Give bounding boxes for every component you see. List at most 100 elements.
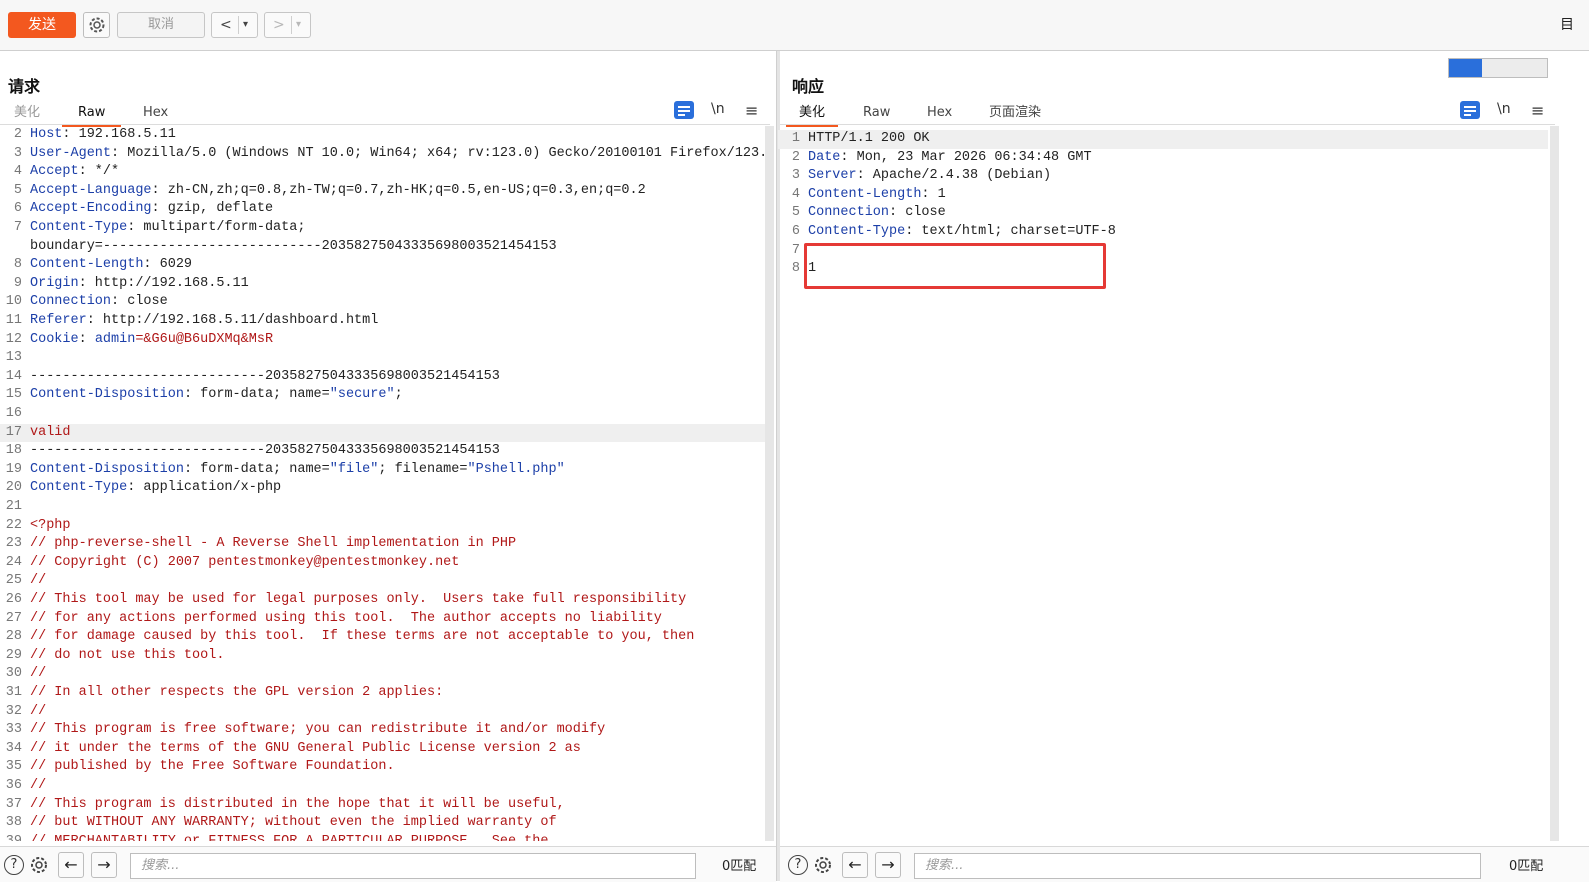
tab-hex[interactable]: Hex — [927, 103, 952, 125]
body-text: // MERCHANTABILITY or FITNESS FOR A PART… — [30, 834, 548, 841]
response-editor[interactable]: 1 HTTP/1.1 200 OK 2 Date: Mon, 23 Mar 2026 … — [778, 130, 1548, 840]
tab-render[interactable]: 页面渲染 — [989, 103, 1041, 125]
code-line: 36 // — [0, 777, 765, 796]
code-line: 14 -----------------------------203582750… — [0, 368, 765, 387]
newline-toggle-icon[interactable]: \n — [1497, 101, 1511, 117]
code-line: 18 -----------------------------203582750… — [0, 442, 765, 461]
code-line: 3 Server: Apache/2.4.38 (Debian) — [778, 167, 1548, 186]
line-number: 27 — [5, 610, 22, 626]
code-line: 3 User-Agent: Mozilla/5.0 (Windows NT 10.… — [0, 145, 765, 164]
search-settings-button[interactable] — [29, 855, 49, 875]
tab-raw[interactable]: Raw — [863, 103, 890, 125]
code-line: 35 // published by the Free Software Foun… — [0, 758, 765, 777]
send-button[interactable]: 发送 — [8, 12, 76, 38]
layout-horizontal-icon[interactable] — [1482, 59, 1515, 77]
gear-icon — [815, 857, 831, 873]
header-value: : close — [111, 294, 168, 310]
response-title: 响应 — [792, 77, 825, 96]
header-name: Accept-Encoding — [30, 201, 152, 217]
code-line: 7 Content-Type: multipart/form-data; — [0, 219, 765, 238]
line-number: 15 — [5, 387, 22, 403]
cookie-value: =&G6u@B6uDXMq&MsR — [135, 331, 274, 347]
header-value: : application/x-php — [127, 480, 282, 496]
forward-dropdown-icon[interactable]: ▾ — [296, 13, 301, 37]
layout-single-icon[interactable] — [1515, 59, 1548, 77]
line-content: Host: 192.168.5.11 — [30, 126, 176, 145]
menu-icon[interactable]: ≡ — [1531, 101, 1544, 120]
header-value: : 192.168.5.11 — [62, 127, 176, 142]
newline-toggle-icon[interactable]: \n — [711, 101, 725, 117]
header-name: Accept-Language — [30, 182, 152, 198]
body-text: // but WITHOUT ANY WARRANTY; without eve… — [30, 815, 557, 831]
wrap-icon[interactable] — [674, 101, 694, 119]
line-number: 22 — [5, 517, 22, 533]
code-line: 27 // for any actions performed using thi… — [0, 610, 765, 629]
layout-icon[interactable]: 目 — [1560, 14, 1574, 34]
header-value: : http://192.168.5.11/dashboard.html — [86, 313, 379, 328]
search-next-button[interactable]: → — [875, 852, 901, 878]
code-line: 38 // but WITHOUT ANY WARRANTY; without e… — [0, 814, 765, 833]
search-input[interactable]: 搜索... — [130, 853, 696, 879]
help-icon[interactable]: ? — [4, 855, 24, 875]
search-input[interactable]: 搜索... — [914, 853, 1481, 879]
code-line: 12 Cookie: admin=&G6u@B6uDXMq&MsR — [0, 331, 765, 350]
header-name: Content-Disposition — [30, 461, 184, 477]
cancel-button[interactable]: 取消 — [117, 12, 205, 38]
line-number: 23 — [5, 536, 22, 552]
body-text: // it under the terms of the GNU General… — [30, 740, 581, 756]
layout-split-icon[interactable] — [1449, 59, 1482, 77]
line-number: 5 — [13, 182, 22, 198]
request-scrollbar[interactable] — [765, 126, 774, 841]
code-line: 5 Accept-Language: zh-CN,zh;q=0.8,zh-TW;q… — [0, 182, 765, 201]
line-content: // This program is free software; you ca… — [30, 721, 605, 740]
search-prev-button[interactable]: ← — [842, 852, 868, 878]
wrap-icon[interactable] — [1460, 101, 1480, 119]
code-line: 15 Content-Disposition: form-data; name="… — [0, 386, 765, 405]
line-number: 4 — [13, 164, 22, 180]
body-text: // This program is free software; you ca… — [30, 722, 606, 738]
header-value: : — [78, 331, 95, 347]
header-name: Date — [808, 149, 841, 165]
header-value: : 6029 — [143, 257, 193, 273]
body-text: <?php — [30, 517, 71, 533]
view-layout-toggle[interactable] — [1448, 58, 1548, 78]
body-text: // php-reverse-shell - A Reverse Shell i… — [30, 536, 517, 552]
line-content: HTTP/1.1 200 OK — [808, 130, 930, 149]
body-text: // for any actions performed using this … — [30, 610, 662, 626]
tab-hex[interactable]: Hex — [143, 103, 168, 125]
line-number: 30 — [5, 666, 22, 682]
help-icon[interactable]: ? — [788, 855, 808, 875]
line-content: Content-Type: multipart/form-data; — [30, 219, 305, 238]
search-next-button[interactable]: → — [91, 852, 117, 878]
request-editor[interactable]: 2 Host: 192.168.5.11 3 User-Agent: Mozilla/… — [0, 126, 765, 841]
search-prev-button[interactable]: ← — [58, 852, 84, 878]
code-line: boundary=---------------------------2035… — [0, 238, 765, 257]
line-content: Connection: close — [808, 204, 946, 223]
gear-icon — [31, 857, 47, 873]
menu-icon[interactable]: ≡ — [745, 101, 758, 120]
search-settings-button[interactable] — [813, 855, 833, 875]
response-scrollbar[interactable] — [1550, 126, 1559, 841]
code-line: 30 // — [0, 665, 765, 684]
line-number: 33 — [5, 722, 22, 738]
line-number: 7 — [791, 242, 800, 258]
header-name: Content-Type — [808, 224, 906, 239]
request-search-bar: ? ← → 搜索... 0匹配 — [0, 846, 776, 882]
header-name: Cookie — [30, 331, 79, 347]
header-name: Content-Type — [30, 220, 128, 235]
settings-button[interactable] — [83, 12, 110, 38]
line-number: 19 — [5, 461, 22, 477]
back-button[interactable]: < ▾ — [211, 12, 258, 38]
arrow-left-icon: ← — [64, 855, 78, 874]
code-line: 17 valid — [0, 423, 765, 443]
tab-pretty[interactable]: 美化 — [14, 103, 40, 125]
back-dropdown-icon[interactable]: ▾ — [243, 13, 248, 37]
line-content: Accept-Encoding: gzip, deflate — [30, 200, 273, 219]
line-content: // for damage caused by this tool. If th… — [30, 628, 694, 647]
main-toolbar: 发送 取消 < ▾ > ▾ 目 — [0, 0, 1589, 51]
body-text: // — [30, 778, 47, 793]
forward-button[interactable]: > ▾ — [264, 12, 311, 38]
line-number: 26 — [5, 592, 22, 607]
line-content: Referer: http://192.168.5.11/dashboard.h… — [30, 312, 378, 331]
code-line: 37 // This program is distributed in the … — [0, 796, 765, 815]
